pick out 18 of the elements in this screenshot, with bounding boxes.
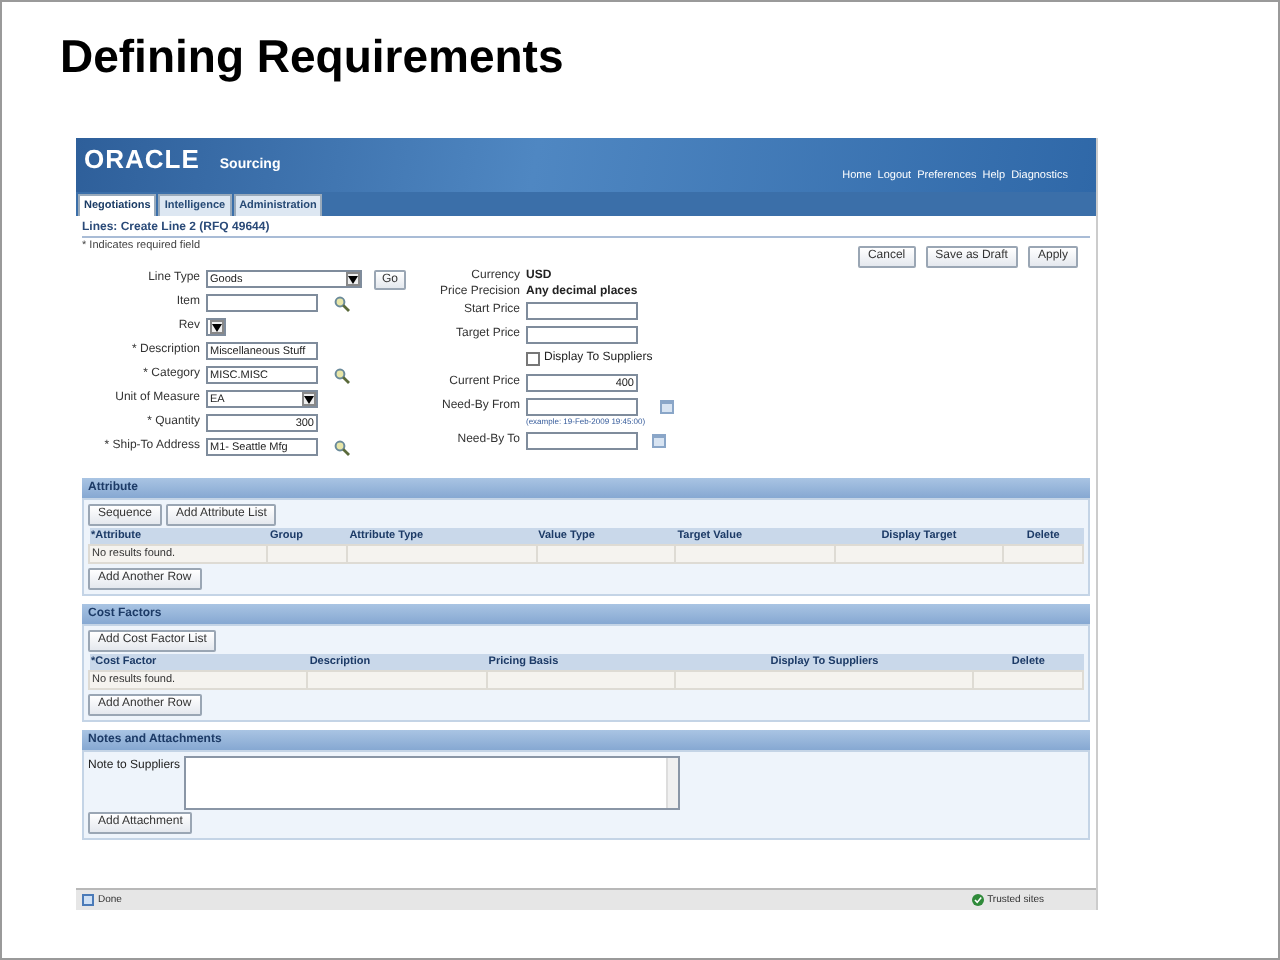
checkbox[interactable] xyxy=(526,352,540,366)
slide-title: Defining Requirements xyxy=(60,30,564,84)
input-field[interactable] xyxy=(206,294,318,312)
search-icon[interactable] xyxy=(334,440,350,456)
dropdown-icon[interactable] xyxy=(302,392,316,406)
input-field[interactable] xyxy=(526,326,638,344)
page-icon xyxy=(82,894,94,906)
scroll-bar xyxy=(666,758,678,808)
calendar-icon[interactable] xyxy=(659,400,674,414)
search-icon[interactable] xyxy=(334,368,350,384)
check-icon xyxy=(971,894,984,906)
date-field[interactable] xyxy=(526,432,638,450)
search-icon[interactable] xyxy=(334,296,350,312)
text-area[interactable] xyxy=(184,756,680,810)
logo-text: ORACLE xyxy=(84,144,200,174)
date-field[interactable] xyxy=(526,398,638,416)
dropdown-icon[interactable] xyxy=(346,272,360,286)
input-field[interactable] xyxy=(526,302,638,320)
